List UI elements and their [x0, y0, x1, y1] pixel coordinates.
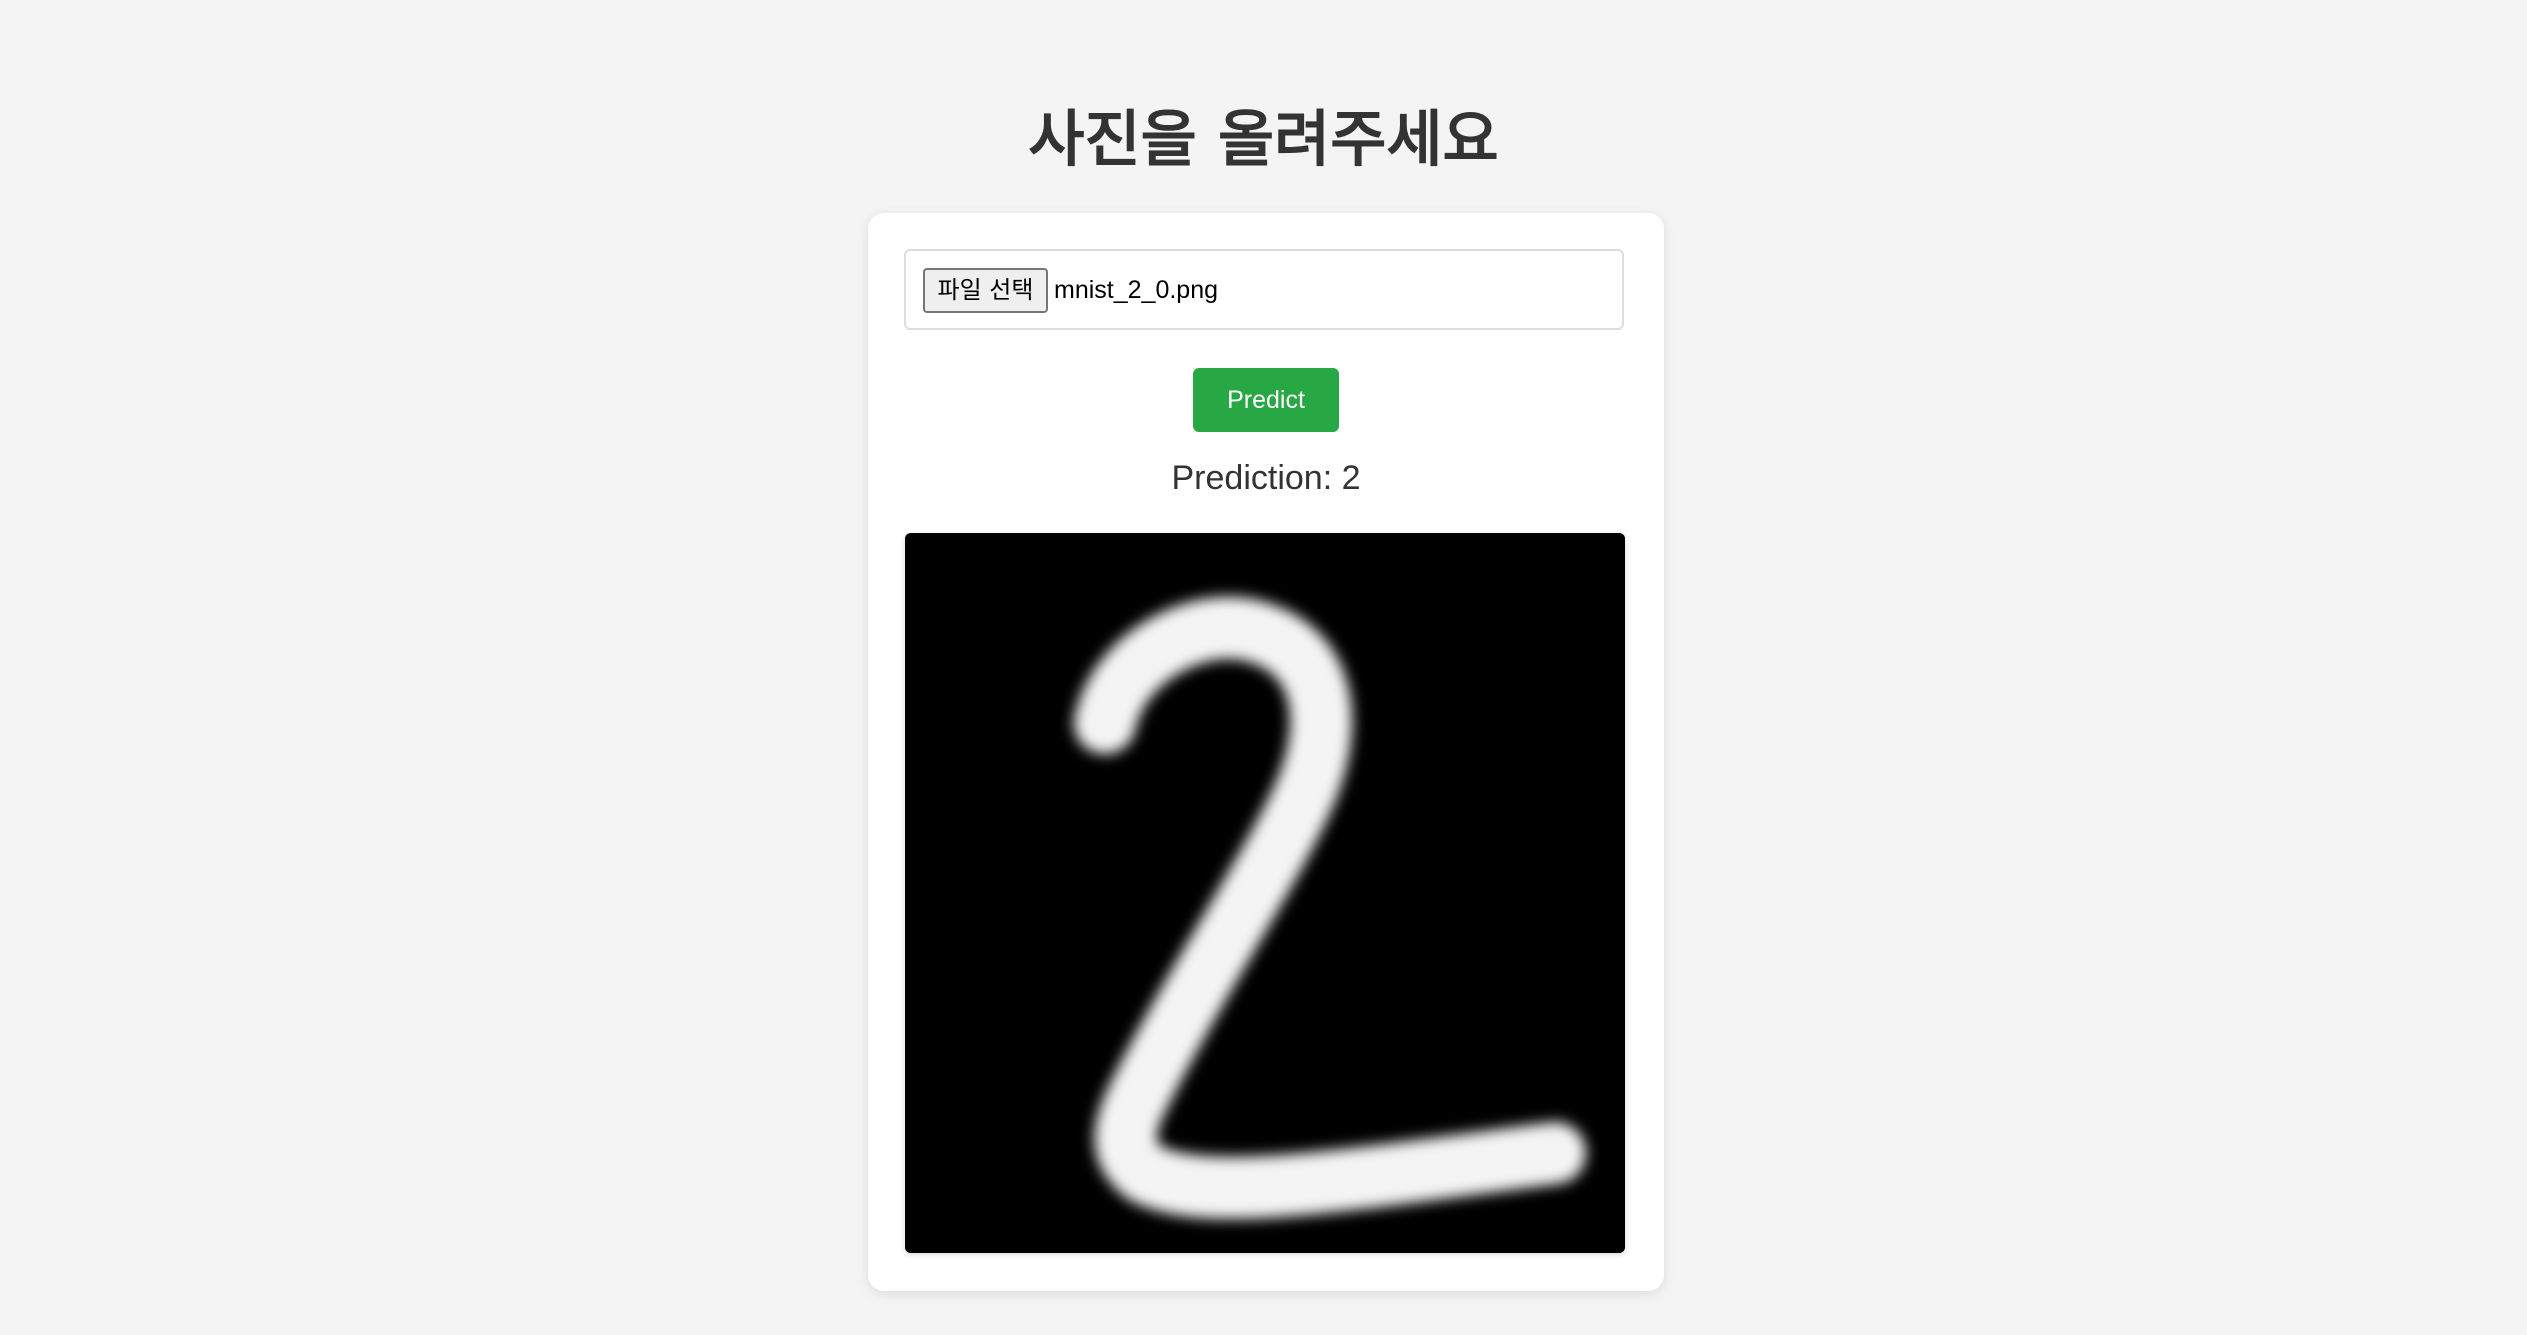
- upload-card: 파일 선택 mnist_2_0.png Predict Prediction: …: [868, 213, 1664, 1291]
- predict-button[interactable]: Predict: [1193, 368, 1339, 432]
- page-title: 사진을 올려주세요: [1028, 104, 1499, 175]
- selected-file-name: mnist_2_0.png: [1054, 276, 1219, 304]
- prediction-result: Prediction: 2: [1171, 459, 1361, 497]
- uploaded-digit-image: [905, 533, 1625, 1253]
- file-input[interactable]: 파일 선택 mnist_2_0.png: [904, 249, 1624, 330]
- choose-file-button[interactable]: 파일 선택: [923, 268, 1048, 313]
